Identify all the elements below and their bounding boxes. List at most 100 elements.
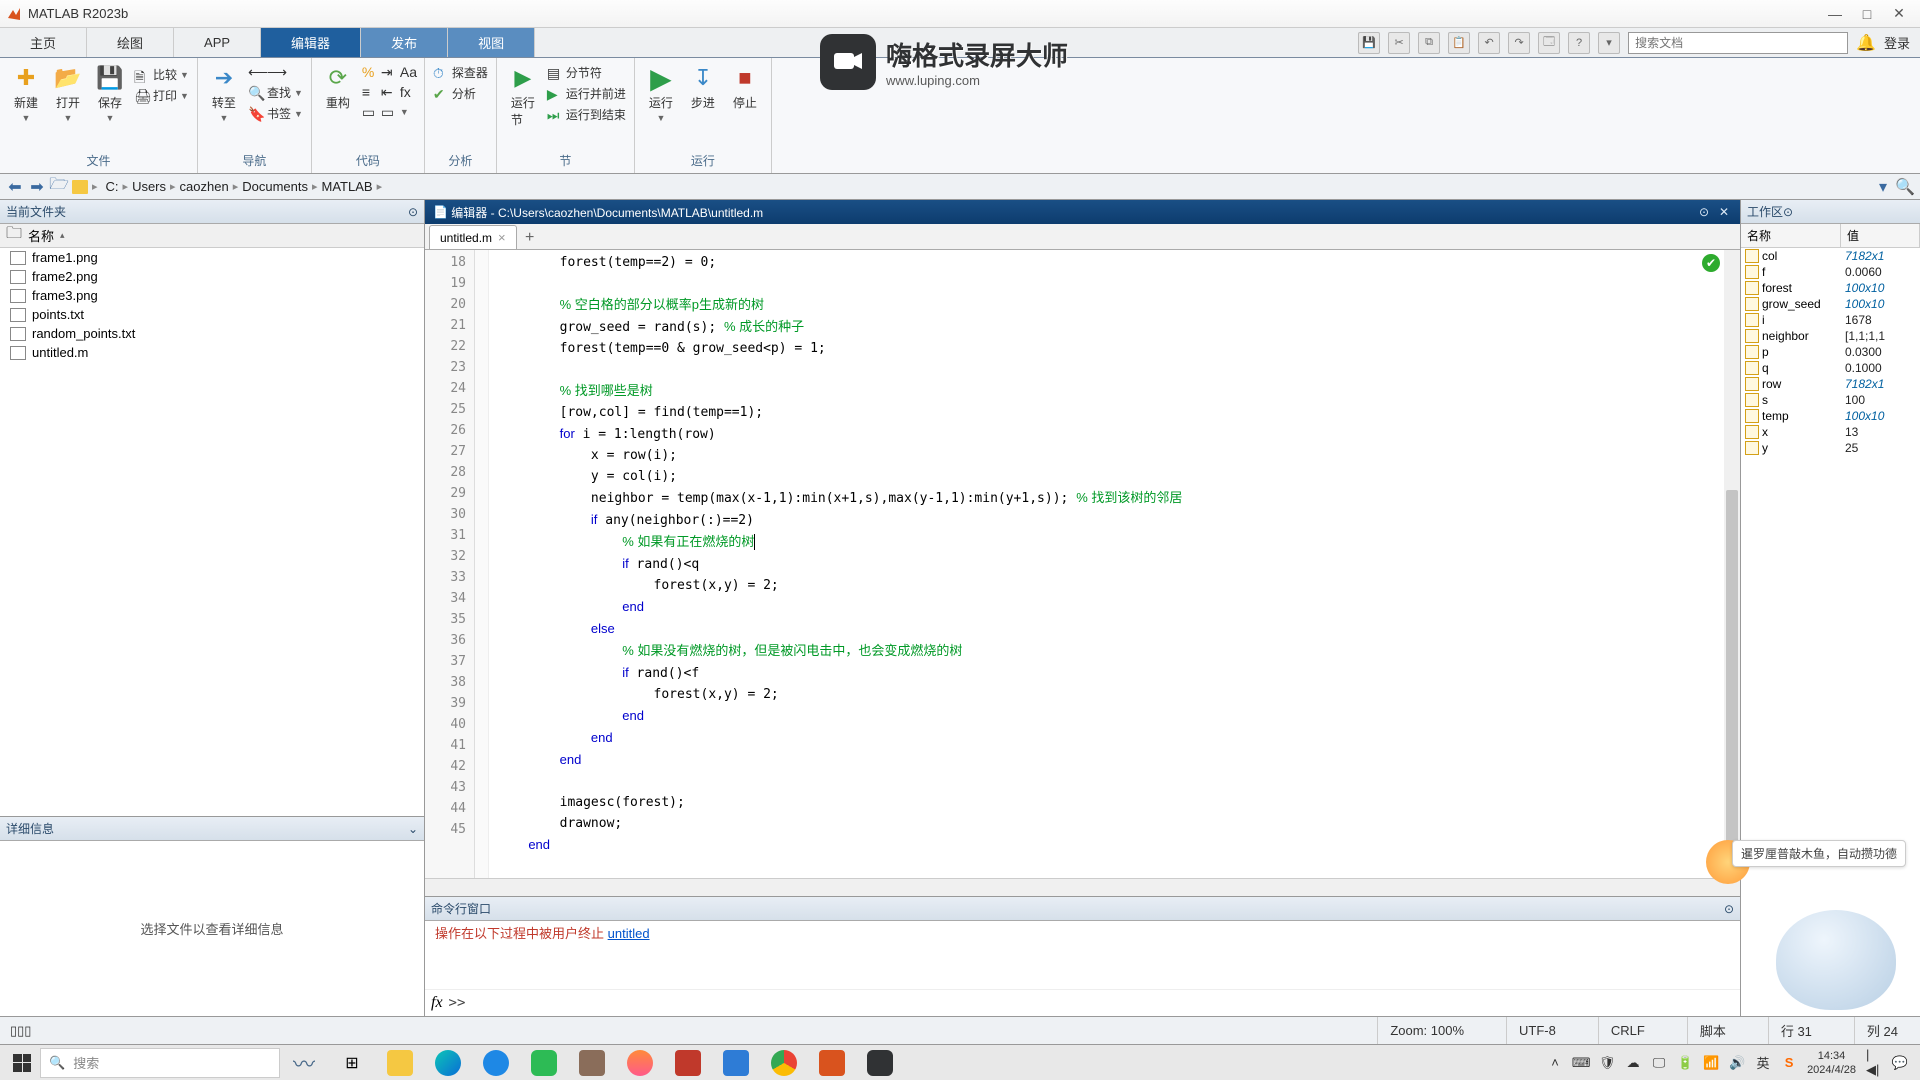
code-tool-1[interactable]: %⇥Aa	[362, 64, 416, 80]
fold-column[interactable]	[475, 250, 489, 878]
tray-wifi-icon[interactable]: 📶	[1703, 1055, 1719, 1071]
sort-icon[interactable]: ▴	[60, 230, 65, 241]
cmd-error-link[interactable]: untitled	[608, 926, 650, 941]
vertical-scrollbar[interactable]	[1724, 250, 1740, 878]
file-item[interactable]: points.txt	[0, 305, 424, 324]
status-zoom[interactable]: Zoom: 100%	[1377, 1017, 1476, 1044]
app-icon-2[interactable]	[616, 1047, 664, 1079]
toolstrip-tab[interactable]: 主页	[0, 28, 87, 57]
horizontal-scrollbar[interactable]	[425, 878, 1740, 896]
toolstrip-tab[interactable]: 视图	[448, 28, 535, 57]
file-item[interactable]: frame3.png	[0, 286, 424, 305]
new-button[interactable]: ✚新建▼	[8, 62, 44, 125]
maximize-button[interactable]: □	[1860, 7, 1874, 21]
addr-search-icon[interactable]: 🔍	[1896, 178, 1914, 196]
fx-icon[interactable]: fx	[431, 994, 443, 1012]
forward-icon[interactable]: ➡	[28, 178, 46, 196]
tray-clock[interactable]: 14:34 2024/4/28	[1807, 1049, 1856, 1077]
edge-icon[interactable]	[424, 1047, 472, 1079]
toolstrip-tab[interactable]: 编辑器	[261, 28, 361, 57]
start-button[interactable]	[4, 1047, 40, 1079]
tray-onedrive-icon[interactable]: ☁	[1625, 1055, 1641, 1071]
tray-chevron-icon[interactable]: ˄	[1547, 1055, 1563, 1071]
code-tool-2[interactable]: ≡⇤fx	[362, 84, 416, 100]
file-item[interactable]: untitled.m	[0, 343, 424, 362]
section-break-button[interactable]: ▤分节符	[547, 64, 626, 81]
toolstrip-tab[interactable]: 绘图	[87, 28, 174, 57]
panel-menu-icon[interactable]: ⊙	[408, 205, 418, 219]
media-icon[interactable]	[472, 1047, 520, 1079]
workspace-var-row[interactable]: grow_seed100x10	[1741, 296, 1920, 312]
file-item[interactable]: random_points.txt	[0, 324, 424, 343]
step-button[interactable]: ↧步进	[685, 62, 721, 113]
editor-close-icon[interactable]: ✕	[1716, 204, 1732, 220]
toolstrip-tab[interactable]: APP	[174, 28, 261, 57]
file-item[interactable]: frame2.png	[0, 267, 424, 286]
stop-button[interactable]: ■停止	[727, 62, 763, 113]
run-advance-button[interactable]: ▶运行并前进	[547, 85, 626, 102]
search-docs-input[interactable]	[1628, 32, 1848, 54]
toolstrip-tab[interactable]: 发布	[361, 28, 448, 57]
app-icon-4[interactable]	[712, 1047, 760, 1079]
workspace-var-row[interactable]: row7182x1	[1741, 376, 1920, 392]
tray-display-icon[interactable]: 🖵	[1651, 1055, 1667, 1071]
close-button[interactable]: ✕	[1892, 7, 1906, 21]
breadcrumb[interactable]: caozhen	[176, 179, 233, 194]
editor-dock-icon[interactable]: ⊙	[1696, 204, 1712, 220]
analyze-button[interactable]: ✔分析	[433, 85, 488, 102]
goto-button[interactable]: ➔转至▼	[206, 62, 242, 125]
cf-folder-icon[interactable]: 🗀	[6, 222, 22, 249]
bookmark-button[interactable]: 🔖书签▼	[248, 105, 303, 122]
run-button[interactable]: ▶运行▼	[643, 62, 679, 125]
help-icon[interactable]: ?	[1568, 32, 1590, 54]
copy-icon[interactable]: ⧉	[1418, 32, 1440, 54]
wechat-icon[interactable]	[520, 1047, 568, 1079]
login-button[interactable]: 登录	[1884, 33, 1910, 52]
tray-volume-icon[interactable]: 🔊	[1729, 1055, 1745, 1071]
ws-col-value[interactable]: 值	[1841, 224, 1920, 247]
refactor-button[interactable]: ⟳重构	[320, 62, 356, 113]
up-icon[interactable]: 🗁	[50, 178, 68, 196]
workspace-var-row[interactable]: s100	[1741, 392, 1920, 408]
file-tab[interactable]: untitled.m ×	[429, 225, 517, 249]
chrome-icon[interactable]	[760, 1047, 808, 1079]
details-collapse-icon[interactable]: ⌄	[408, 822, 418, 836]
workspace-var-row[interactable]: i1678	[1741, 312, 1920, 328]
redo-icon[interactable]: ↷	[1508, 32, 1530, 54]
find-button[interactable]: 🔍查找▼	[248, 84, 303, 101]
workspace-var-row[interactable]: p0.0300	[1741, 344, 1920, 360]
command-input[interactable]	[471, 996, 1734, 1011]
open-button[interactable]: 📂打开▼	[50, 62, 86, 125]
cortana-icon[interactable]: 〰	[280, 1047, 328, 1079]
ws-menu-icon[interactable]: ⊙	[1783, 205, 1793, 219]
file-item[interactable]: frame1.png	[0, 248, 424, 267]
run-section-button[interactable]: ▶运行 节	[505, 62, 541, 130]
switch-windows-icon[interactable]: 🗔	[1538, 32, 1560, 54]
workspace-var-row[interactable]: temp100x10	[1741, 408, 1920, 424]
taskbar-search[interactable]: 🔍搜索	[40, 1048, 280, 1078]
tray-sogou-icon[interactable]: S	[1781, 1055, 1797, 1071]
tray-app-icon-1[interactable]: |◀|	[1866, 1055, 1882, 1071]
breadcrumb[interactable]: MATLAB	[318, 179, 377, 194]
breadcrumb[interactable]: C:	[102, 179, 123, 194]
workspace-var-row[interactable]: f0.0060	[1741, 264, 1920, 280]
workspace-var-row[interactable]: q0.1000	[1741, 360, 1920, 376]
notifications-icon[interactable]: 🔔	[1856, 33, 1876, 53]
minimize-button[interactable]: —	[1828, 7, 1842, 21]
workspace-var-row[interactable]: col7182x1	[1741, 248, 1920, 264]
print-button[interactable]: 🖨打印▼	[134, 87, 189, 104]
tray-notifications-icon[interactable]: 💬	[1892, 1055, 1908, 1071]
workspace-var-row[interactable]: y25	[1741, 440, 1920, 456]
file-tab-close-icon[interactable]: ×	[498, 230, 506, 245]
name-col-header[interactable]: 名称	[28, 226, 54, 245]
paste-icon[interactable]: 📋	[1448, 32, 1470, 54]
breadcrumb[interactable]: Users	[128, 179, 170, 194]
app-icon-1[interactable]	[568, 1047, 616, 1079]
profiler-button[interactable]: ⏱探查器	[433, 64, 488, 81]
compare-button[interactable]: 🗎比较▼	[134, 66, 189, 83]
ws-col-name[interactable]: 名称	[1741, 224, 1841, 247]
save-quick-icon[interactable]: 💾	[1358, 32, 1380, 54]
nav-back-icon[interactable]: ⟵⟶	[248, 64, 303, 80]
workspace-var-row[interactable]: x13	[1741, 424, 1920, 440]
cmd-menu-icon[interactable]: ⊙	[1724, 902, 1734, 916]
